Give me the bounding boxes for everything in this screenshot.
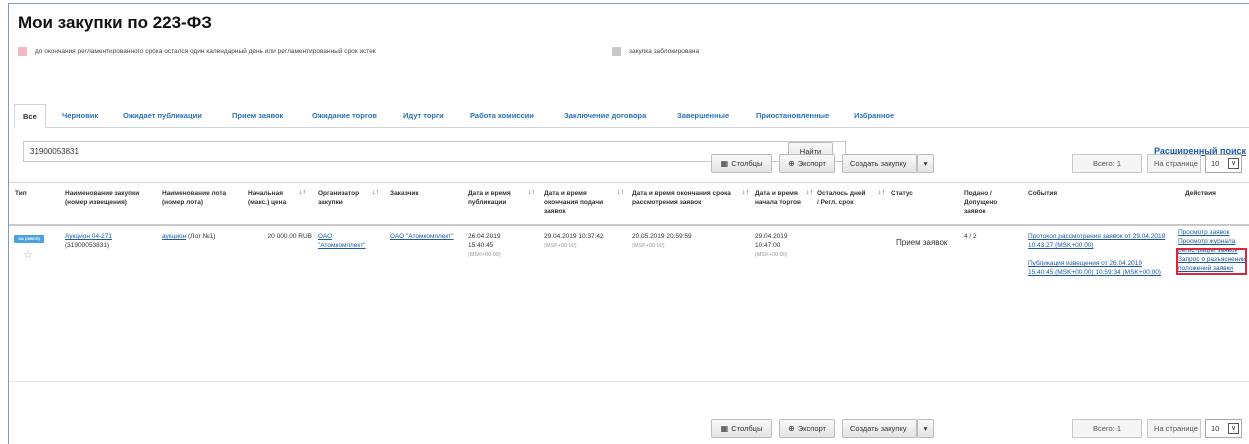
review-date-cell: 20.05.2019 20:59:59 (MSK+00:00) (632, 233, 692, 249)
status-cell: Прием заявок (896, 238, 948, 247)
legend-deadline: до окончания регламентированного срока о… (18, 47, 376, 56)
organizer-cell: ОАО "Атомкомплект" (318, 232, 378, 250)
lot-link[interactable]: аукцион (162, 233, 186, 240)
status-tabs: Все Черновик Ожидает публикации Прием за… (14, 104, 1249, 128)
sort-icon[interactable]: ↓↑ (299, 189, 306, 196)
lot-cell: аукцион (Лот №1) (162, 232, 244, 241)
legend-blocked-text: закупка заблокирована (629, 48, 700, 55)
sort-icon[interactable]: ↓↑ (528, 189, 535, 196)
columns-button-bottom[interactable]: ▦ Столбцы (711, 419, 772, 438)
col-organizer[interactable]: Организатор закупки (318, 189, 370, 207)
col-end-date[interactable]: Дата и время окончания подачи заявок (544, 189, 614, 216)
chevron-down-icon: ∨ (1228, 423, 1239, 434)
lot-number: (Лот №1) (188, 233, 216, 240)
purchase-name-link[interactable]: Аукцион 04-271 (65, 233, 112, 240)
tab-commission[interactable]: Работа комиссии (470, 104, 534, 128)
events-cell: Протокол рассмотрения заявок от 29.04.20… (1028, 232, 1168, 277)
customer-cell: ОАО "Атомкомплект" (390, 232, 458, 241)
caret-down-icon: ▾ (923, 159, 928, 168)
sort-icon[interactable]: ↓↑ (372, 189, 379, 196)
table-row: Аукцион 04-271 (31900053831) аукцион (Ло… (9, 227, 1249, 382)
tab-awaiting-publication[interactable]: Ожидает публикации (123, 104, 202, 128)
tab-contract[interactable]: Заключение договора (564, 104, 646, 128)
event-publication-link[interactable]: Публикация извещения от 26.04.2019 15:40… (1028, 260, 1161, 276)
event-protocol-link[interactable]: Протокол рассмотрения заявок от 29.04.20… (1028, 233, 1165, 249)
per-page-select[interactable]: 10 ∨ (1205, 154, 1242, 173)
col-type[interactable]: Тип (15, 189, 27, 198)
view-bids-link[interactable]: Просмотр заявок (1178, 229, 1229, 236)
end-date-cell: 29.04.2019 10:37:42 (MSK+00:00) (544, 233, 604, 249)
export-button[interactable]: ⊕ Экспорт (779, 154, 835, 173)
table-header: Тип Наименование закупки (номер извещени… (9, 182, 1249, 226)
tab-all[interactable]: Все (14, 104, 46, 128)
total-count-bottom: Всего: 1 (1072, 419, 1142, 438)
col-submitted[interactable]: Подано / Допущено заявок (964, 189, 1014, 216)
export-icon: ⊕ (788, 424, 795, 433)
submitted-cell: 4 / 2 (964, 233, 977, 240)
tab-suspended[interactable]: Приостановленные (756, 104, 829, 128)
create-purchase-dropdown[interactable]: ▾ (917, 154, 934, 173)
columns-icon: ▦ (720, 424, 729, 433)
legend-blocked: закупка заблокирована (612, 47, 699, 56)
col-name[interactable]: Наименование закупки (номер извещения) (65, 189, 157, 207)
caret-down-icon: ▾ (923, 424, 928, 433)
purchase-number: (31900053831) (65, 242, 110, 249)
pub-date-cell: 26.04.2019 15:40:45 (MSK+00:00) (468, 233, 501, 258)
gray-swatch (612, 47, 621, 56)
legend-deadline-text: до окончания регламентированного срока о… (35, 48, 376, 55)
tab-auction-running[interactable]: Идут торги (403, 104, 444, 128)
col-auction-date[interactable]: Дата и время начала торгов (755, 189, 805, 207)
tab-awaiting-auction[interactable]: Ожидание торгов (312, 104, 377, 128)
sort-icon[interactable]: ↓↑ (617, 189, 624, 196)
col-lot[interactable]: Наименование лота (номер лота) (162, 189, 244, 207)
purchase-name-cell: Аукцион 04-271 (31900053831) (65, 232, 155, 250)
sort-icon[interactable]: ↓↑ (878, 189, 885, 196)
export-icon: ⊕ (788, 159, 795, 168)
customer-link[interactable]: ОАО "Атомкомплект" (390, 233, 454, 240)
per-page-label: На странице (1147, 154, 1201, 173)
per-page-label-bottom: На странице (1147, 419, 1201, 438)
highlight-box (1176, 248, 1247, 275)
export-button-bottom[interactable]: ⊕ Экспорт (779, 419, 835, 438)
tab-draft[interactable]: Черновик (62, 104, 98, 128)
tab-completed[interactable]: Завершенные (677, 104, 729, 128)
chevron-down-icon: ∨ (1228, 158, 1239, 169)
pink-swatch (18, 47, 27, 56)
auction-date-cell: 29.04.2019 10:47:00 (MSK+00:00) (755, 233, 788, 258)
columns-button[interactable]: ▦ Столбцы (711, 154, 772, 173)
col-events[interactable]: События (1028, 189, 1057, 198)
price-cell: 20 000.00 RUB (267, 233, 312, 240)
create-purchase-button[interactable]: Создать закупку (842, 154, 917, 173)
page-title: Мои закупки по 223-ФЗ (18, 13, 212, 32)
total-count: Всего: 1 (1072, 154, 1142, 173)
col-days-left[interactable]: Осталось дней / Регл. срок (817, 189, 869, 207)
sort-icon[interactable]: ↓↑ (806, 189, 813, 196)
col-pub-date[interactable]: Дата и время публикации (468, 189, 526, 207)
sort-icon[interactable]: ↓↑ (742, 189, 749, 196)
create-purchase-button-bottom[interactable]: Создать закупку (842, 419, 917, 438)
tab-accepting-bids[interactable]: Прием заявок (232, 104, 283, 128)
col-review-date[interactable]: Дата и время окончания срока рассмотрени… (632, 189, 740, 207)
per-page-select-bottom[interactable]: 10 ∨ (1205, 419, 1242, 438)
tab-favorites[interactable]: Избранное (854, 104, 894, 128)
organizer-link[interactable]: ОАО "Атомкомплект" (318, 233, 366, 249)
columns-icon: ▦ (720, 159, 729, 168)
col-status[interactable]: Статус (891, 189, 913, 198)
col-price[interactable]: Начальная (макс.) цена (248, 189, 296, 207)
create-purchase-dropdown-bottom[interactable]: ▾ (917, 419, 934, 438)
col-actions[interactable]: Действия (1185, 189, 1216, 198)
col-customer[interactable]: Заказчик (390, 189, 419, 198)
